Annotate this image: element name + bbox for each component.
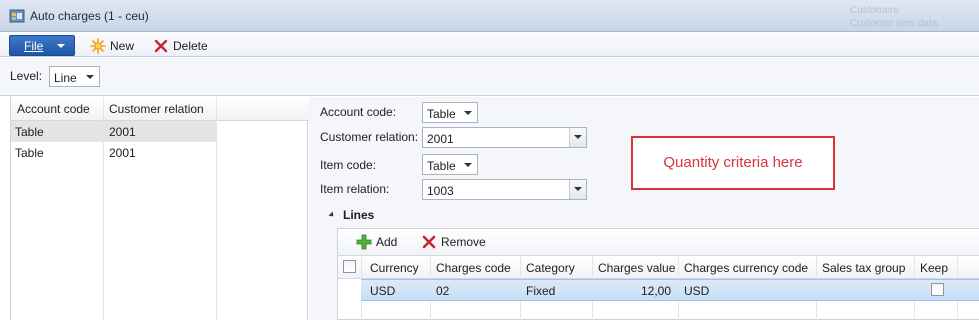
add-label: Add bbox=[376, 235, 398, 249]
quantity-criteria-callout: Quantity criteria here bbox=[631, 136, 835, 190]
delete-button[interactable]: Delete bbox=[153, 35, 208, 56]
details-panel: Account code: Table Customer relation: 2… bbox=[309, 97, 979, 320]
chevron-down-icon bbox=[57, 44, 65, 48]
item-code-label: Item code: bbox=[320, 158, 377, 172]
file-menu-label: File bbox=[24, 39, 44, 53]
item-code-value: Table bbox=[427, 159, 456, 173]
cell-customer-relation: 2001 bbox=[109, 125, 136, 139]
item-relation-value: 1003 bbox=[427, 184, 454, 198]
lines-section-header[interactable]: Lines bbox=[319, 205, 979, 227]
column-header-account-code[interactable]: Account code bbox=[17, 102, 90, 116]
auto-charges-grid: Account code Customer relation Table 200… bbox=[10, 97, 309, 320]
column-divider bbox=[216, 97, 217, 320]
cell-charges-value: 12,00 bbox=[641, 284, 672, 298]
lines-section-title: Lines bbox=[343, 208, 375, 222]
item-relation-label: Item relation: bbox=[320, 182, 390, 196]
column-header-currency[interactable]: Currency bbox=[370, 261, 419, 275]
remove-x-icon bbox=[422, 235, 436, 249]
action-pane: File New Delete bbox=[0, 32, 979, 57]
account-code-label: Account code: bbox=[320, 105, 397, 119]
delete-label: Delete bbox=[173, 38, 208, 53]
chevron-down-icon bbox=[464, 111, 472, 115]
lines-grid: Add Remove Currency Charges code Categor… bbox=[337, 228, 979, 320]
cell-account-code: Table bbox=[15, 146, 44, 160]
cell-account-code: Table bbox=[15, 125, 44, 139]
chevron-down-icon bbox=[574, 187, 582, 191]
file-menu-button[interactable]: File bbox=[9, 35, 75, 56]
lines-grid-header: Currency Charges code Category Charges v… bbox=[338, 256, 979, 279]
add-plus-icon bbox=[356, 234, 372, 250]
item-code-select[interactable]: Table bbox=[422, 154, 478, 175]
column-header-charges-currency-code[interactable]: Charges currency code bbox=[684, 261, 808, 275]
level-select[interactable]: Line bbox=[49, 66, 100, 87]
item-relation-input[interactable]: 1003 bbox=[422, 179, 587, 200]
account-code-value: Table bbox=[427, 107, 456, 121]
lookup-button[interactable] bbox=[569, 180, 586, 199]
cell-charges-currency-code: USD bbox=[684, 284, 710, 298]
column-header-sales-tax-group[interactable]: Sales tax group bbox=[822, 261, 905, 275]
column-header-category[interactable]: Category bbox=[526, 261, 575, 275]
lookup-button[interactable] bbox=[569, 128, 586, 147]
level-label: Level: bbox=[10, 69, 43, 83]
cell-customer-relation: 2001 bbox=[109, 146, 136, 160]
background-text: Customers bbox=[850, 5, 899, 16]
column-header-keep[interactable]: Keep bbox=[920, 261, 948, 275]
lines-toolbar: Add Remove bbox=[338, 229, 979, 256]
chevron-down-icon bbox=[574, 135, 582, 139]
customer-relation-value: 2001 bbox=[427, 132, 454, 146]
delete-x-icon bbox=[154, 39, 168, 52]
table-row[interactable]: Table 2001 bbox=[11, 142, 216, 163]
title-bar: Auto charges (1 - ceu) Customers Custome… bbox=[0, 0, 979, 32]
app-icon bbox=[9, 9, 25, 23]
table-row[interactable]: Table 2001 bbox=[11, 121, 216, 142]
level-filter-bar: Level: Line bbox=[0, 58, 979, 96]
new-button[interactable]: New bbox=[90, 35, 134, 56]
account-code-select[interactable]: Table bbox=[422, 102, 478, 123]
column-header-charges-value[interactable]: Charges value bbox=[598, 261, 675, 275]
customer-relation-input[interactable]: 2001 bbox=[422, 127, 587, 148]
grid-header: Account code Customer relation bbox=[11, 97, 309, 121]
new-star-icon bbox=[90, 37, 106, 54]
cell-category: Fixed bbox=[526, 284, 556, 298]
remove-line-button[interactable]: Remove bbox=[421, 234, 486, 250]
customer-relation-label: Customer relation: bbox=[320, 130, 419, 144]
cell-currency: USD bbox=[370, 284, 396, 298]
column-header-customer-relation[interactable]: Customer relation bbox=[109, 102, 204, 116]
select-all-checkbox[interactable] bbox=[343, 260, 356, 273]
level-value: Line bbox=[54, 71, 77, 85]
background-text: Customer item data bbox=[850, 18, 938, 29]
cell-charges-code: 02 bbox=[436, 284, 450, 298]
add-line-button[interactable]: Add bbox=[356, 234, 397, 250]
column-header-charges-code[interactable]: Charges code bbox=[436, 261, 511, 275]
chevron-down-icon bbox=[86, 75, 94, 79]
keep-checkbox[interactable] bbox=[931, 283, 944, 296]
table-row[interactable]: USD 02 Fixed 12,00 USD bbox=[361, 279, 979, 301]
collapse-triangle-icon[interactable] bbox=[328, 211, 336, 219]
window-title: Auto charges (1 - ceu) bbox=[30, 9, 149, 23]
chevron-down-icon bbox=[464, 163, 472, 167]
new-label: New bbox=[110, 38, 135, 53]
remove-label: Remove bbox=[441, 235, 486, 249]
